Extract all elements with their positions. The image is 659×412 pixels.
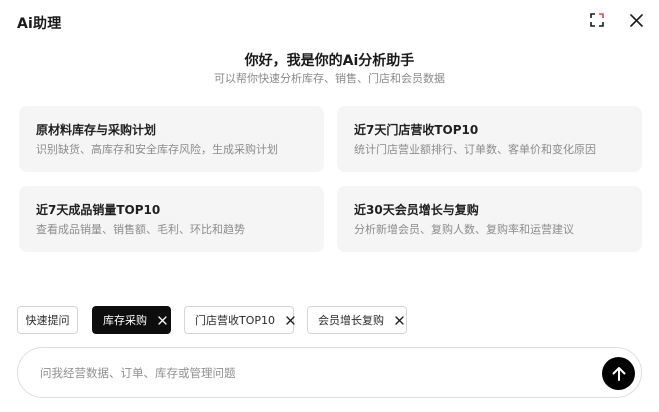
card-description: 查看成品销量、销售额、毛利、环比和趋势 — [36, 223, 245, 236]
chip-label: 会员增长复购 — [318, 314, 384, 327]
card-description: 分析新增会员、复购人数、复购率和运营建议 — [354, 223, 574, 236]
suggestion-card-store-revenue[interactable]: 近7天门店营收TOP10 统计门店营业额排行、订单数、客单价和变化原因 — [337, 106, 642, 172]
card-title: 原材料库存与采购计划 — [36, 123, 157, 137]
chip-remove-button[interactable] — [395, 315, 404, 325]
suggestion-card-inventory-purchase[interactable]: 原材料库存与采购计划 识别缺货、高库存和安全库存风险，生成采购计划 — [19, 106, 324, 172]
suggestion-card-member-growth[interactable]: 近30天会员增长与复购 分析新增会员、复购人数、复购率和运营建议 — [337, 186, 642, 252]
close-small-icon — [395, 315, 404, 325]
title-bar: Ai助理 — [0, 0, 659, 44]
card-title: 近7天门店营收TOP10 — [354, 123, 479, 137]
close-small-icon — [158, 315, 167, 325]
chip-remove-button[interactable] — [158, 315, 167, 325]
card-description: 识别缺货、高库存和安全库存风险，生成采购计划 — [36, 143, 278, 156]
chip-label: 门店营收TOP10 — [195, 314, 276, 327]
chip-member-growth-repurchase[interactable]: 会员增长复购 — [307, 306, 407, 334]
card-description: 统计门店营业额排行、订单数、客单价和变化原因 — [354, 143, 596, 156]
fullscreen-icon — [590, 13, 604, 27]
chat-input[interactable] — [40, 363, 580, 383]
arrow-up-icon — [612, 366, 625, 381]
card-title: 近7天成品销量TOP10 — [36, 203, 161, 217]
close-small-icon — [286, 315, 295, 325]
chip-inventory-purchase[interactable]: 库存采购 — [92, 306, 171, 334]
chat-input-container — [17, 347, 642, 398]
send-button[interactable] — [602, 357, 635, 390]
suggestion-card-product-sales[interactable]: 近7天成品销量TOP10 查看成品销量、销售额、毛利、环比和趋势 — [19, 186, 324, 252]
card-title: 近30天会员增长与复购 — [354, 203, 479, 217]
window-title: Ai助理 — [17, 16, 62, 32]
ai-assistant-window: Ai助理 你好，我是你的Ai分析助手 可以帮你快速分析库存、销售、门店和会员数据… — [0, 0, 659, 412]
fullscreen-button[interactable] — [588, 11, 606, 29]
quick-question-button[interactable]: 快速提问 — [17, 306, 78, 334]
chip-store-revenue-top10[interactable]: 门店营收TOP10 — [184, 306, 295, 334]
close-icon — [629, 13, 643, 27]
greeting-heading: 你好，我是你的Ai分析助手 — [244, 53, 415, 69]
close-button[interactable] — [627, 11, 645, 29]
chip-label: 库存采购 — [103, 314, 147, 327]
greeting-subtitle: 可以帮你快速分析库存、销售、门店和会员数据 — [214, 72, 445, 85]
chip-remove-button[interactable] — [286, 315, 295, 325]
